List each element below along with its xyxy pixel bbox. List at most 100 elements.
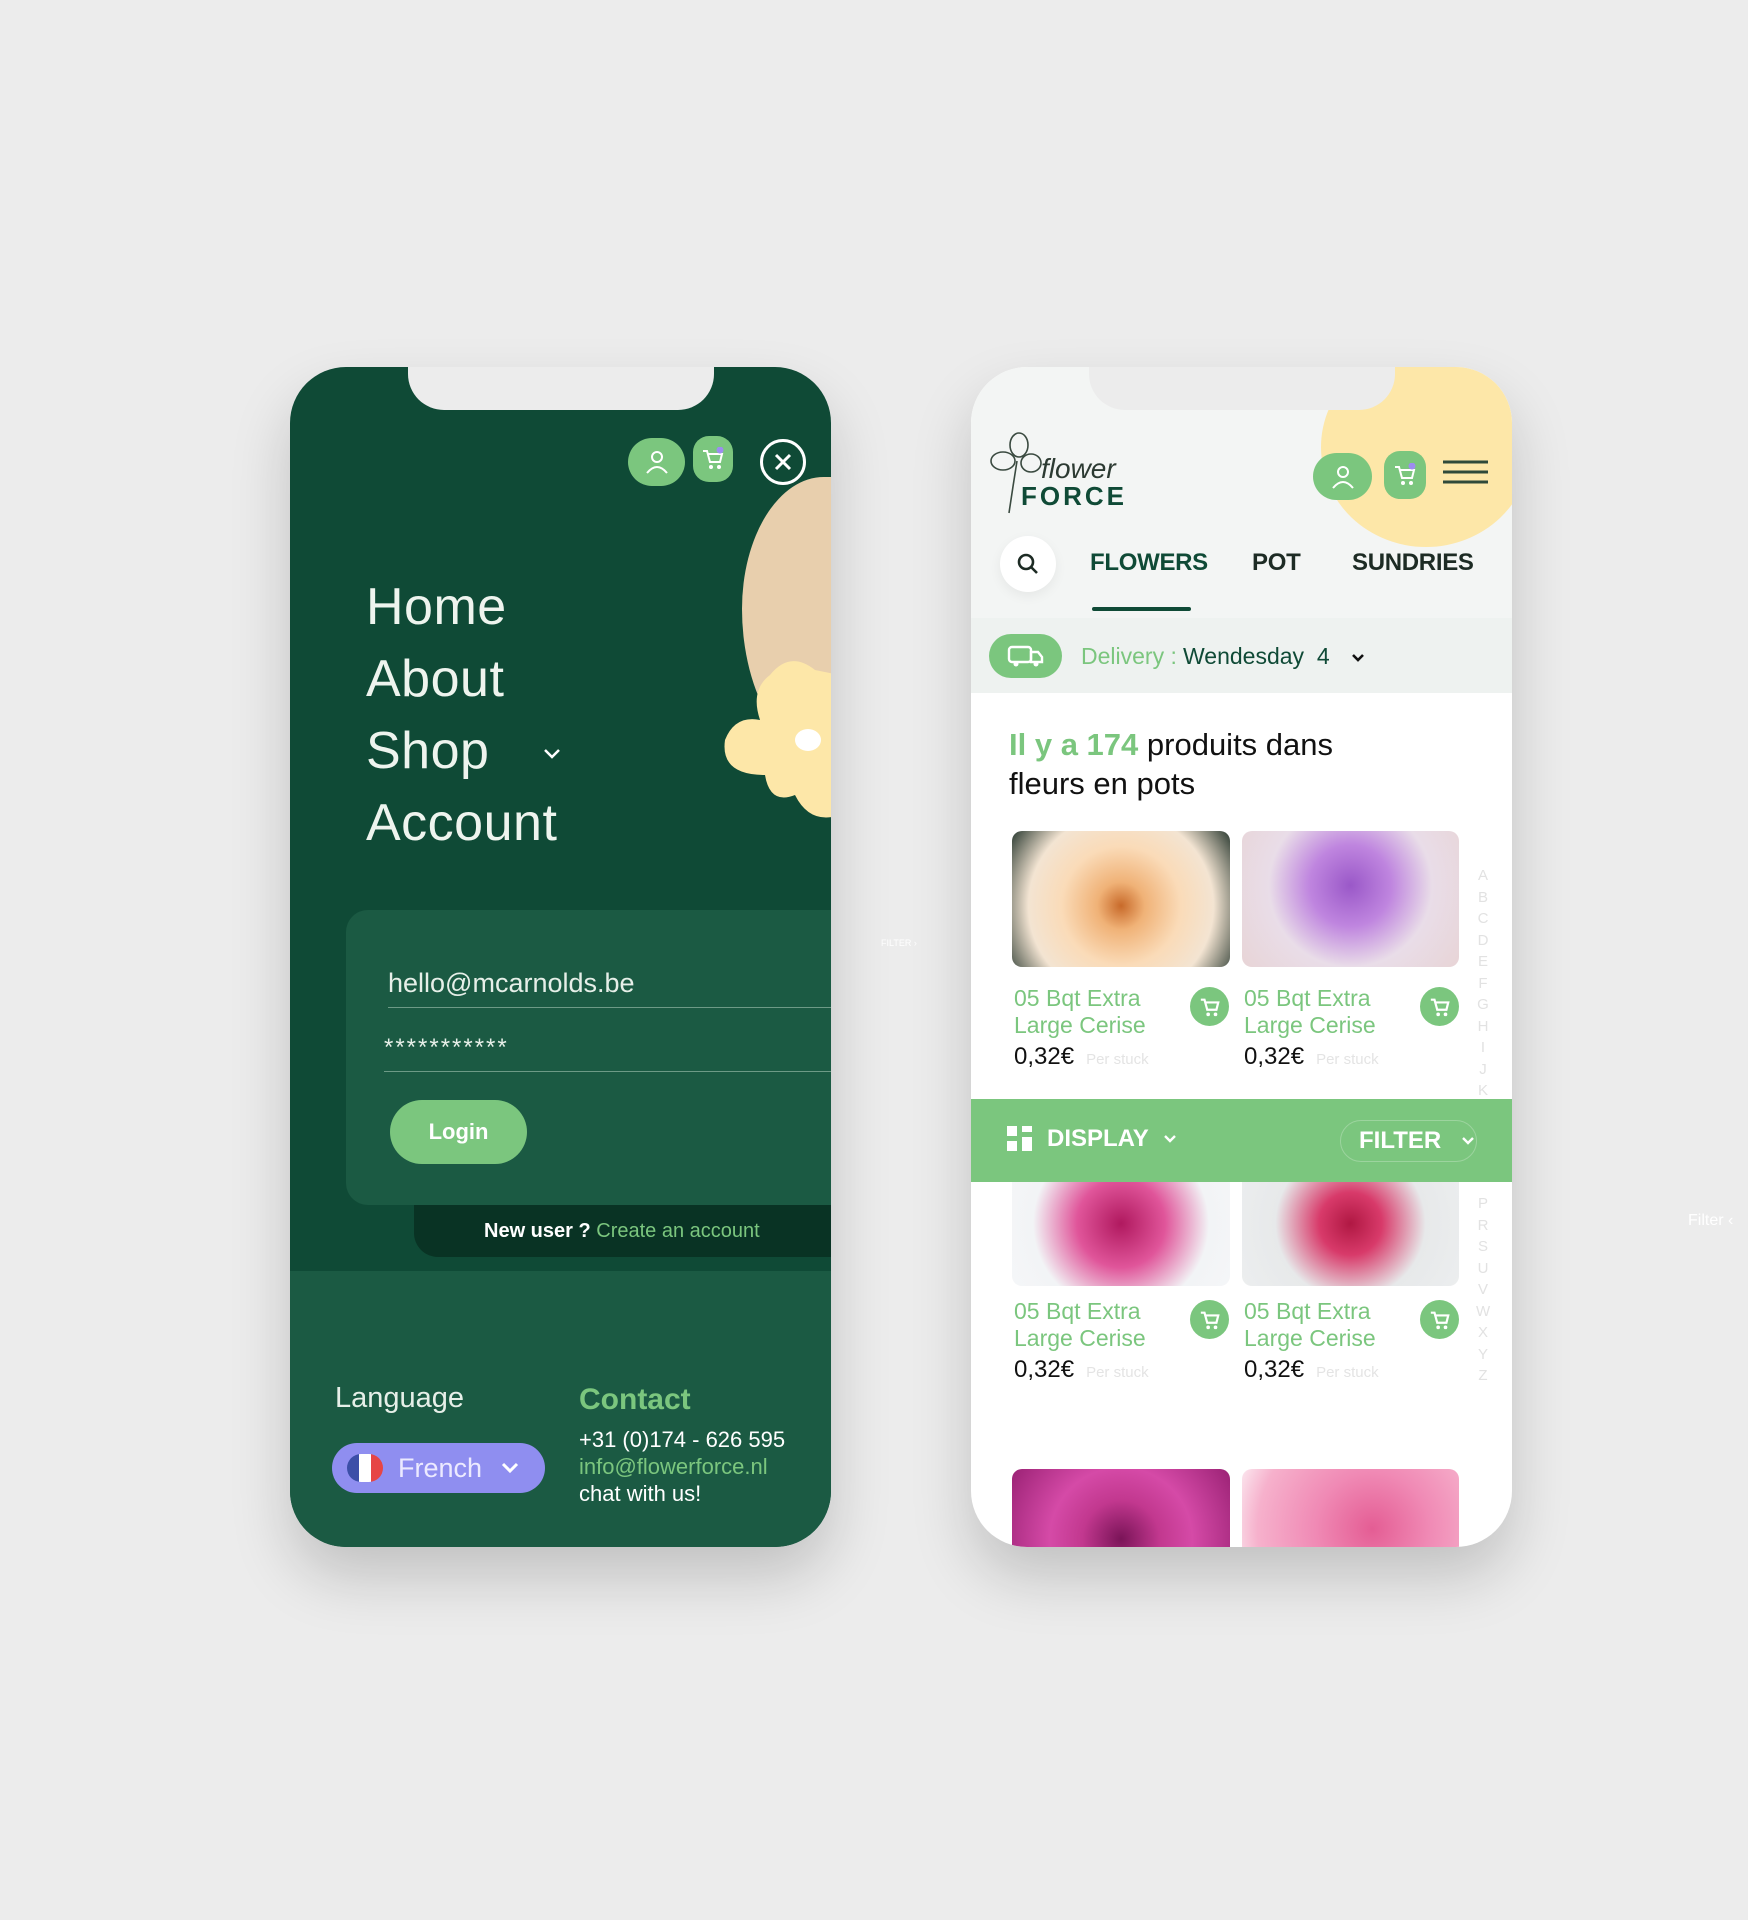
alphabet-letter[interactable]: Y bbox=[1476, 1344, 1490, 1366]
product-title-line1: 05 Bqt Extra bbox=[1244, 985, 1371, 1011]
user-icon bbox=[645, 451, 668, 474]
menu-item-shop[interactable]: Shop bbox=[366, 721, 562, 781]
alphabet-letter[interactable]: Z bbox=[1476, 1365, 1490, 1387]
email-underline bbox=[388, 1007, 831, 1008]
cart-button[interactable] bbox=[1384, 451, 1426, 499]
alphabet-letter[interactable]: A bbox=[1476, 865, 1490, 887]
logo[interactable]: flower FORCE bbox=[989, 431, 1129, 515]
add-to-cart-button[interactable] bbox=[1420, 987, 1459, 1026]
product-image[interactable] bbox=[1012, 1182, 1230, 1286]
tab-pot[interactable]: POT bbox=[1252, 549, 1301, 577]
language-select[interactable]: French bbox=[332, 1443, 545, 1493]
alphabet-index[interactable]: ABCDEFGHIJK bbox=[1476, 865, 1490, 1102]
alphabet-letter[interactable]: V bbox=[1476, 1279, 1490, 1301]
create-account-link[interactable]: Create an account bbox=[596, 1220, 759, 1243]
alphabet-letter[interactable]: I bbox=[1476, 1037, 1490, 1059]
display-button[interactable]: DISPLAY bbox=[1007, 1125, 1177, 1153]
delivery-date[interactable]: Wendesday 4 bbox=[1183, 643, 1330, 670]
alphabet-letter[interactable]: G bbox=[1476, 994, 1490, 1016]
active-tab-indicator bbox=[1092, 607, 1191, 611]
product-title[interactable]: 05 Bqt Extra Large Cerise bbox=[1014, 1298, 1146, 1352]
alphabet-letter[interactable]: W bbox=[1476, 1301, 1490, 1323]
chevron-down-icon[interactable] bbox=[542, 747, 562, 761]
add-to-cart-button[interactable] bbox=[1190, 987, 1229, 1026]
product-title-line1: 05 Bqt Extra bbox=[1014, 1298, 1141, 1324]
product-image[interactable] bbox=[1242, 831, 1459, 967]
password-underline bbox=[384, 1071, 831, 1072]
product-image[interactable] bbox=[1012, 831, 1230, 967]
alphabet-letter[interactable]: C bbox=[1476, 908, 1490, 930]
filter-label: FILTER bbox=[1359, 1127, 1442, 1154]
contact-phone[interactable]: +31 (0)174 - 626 595 bbox=[579, 1427, 785, 1453]
filter-button[interactable]: FILTER bbox=[1340, 1120, 1477, 1162]
alphabet-letter[interactable]: B bbox=[1476, 887, 1490, 909]
product-title[interactable]: 05 Bqt Extra Large Cerise bbox=[1014, 985, 1146, 1039]
account-button[interactable] bbox=[1313, 453, 1372, 500]
alphabet-letter[interactable]: P bbox=[1476, 1193, 1490, 1215]
price-value: 0,32€ bbox=[1244, 1356, 1305, 1383]
price-value: 0,32€ bbox=[1244, 1043, 1305, 1070]
add-to-cart-button[interactable] bbox=[1420, 1300, 1459, 1339]
menu-footer: Language French Contact +31 (0)174 - 626… bbox=[290, 1271, 831, 1547]
price-unit: Per stuck bbox=[1316, 1364, 1379, 1381]
add-to-cart-button[interactable] bbox=[1190, 1300, 1229, 1339]
chevron-down-icon[interactable] bbox=[1351, 653, 1365, 663]
menu-item-about[interactable]: About bbox=[366, 649, 504, 709]
cart-icon bbox=[1200, 998, 1220, 1016]
chevron-down-icon bbox=[1163, 1135, 1176, 1143]
product-title-line2: Large Cerise bbox=[1014, 1325, 1146, 1351]
product-image[interactable] bbox=[1242, 1182, 1459, 1286]
product-price: 0,32€ Per stuck bbox=[1244, 1043, 1379, 1071]
alphabet-letter[interactable]: D bbox=[1476, 930, 1490, 952]
alphabet-letter[interactable]: E bbox=[1476, 951, 1490, 973]
hamburger-menu-button[interactable] bbox=[1443, 460, 1488, 484]
email-field[interactable]: hello@mcarnolds.be bbox=[388, 968, 635, 999]
heading-text: produits dans bbox=[1138, 727, 1334, 762]
side-label-filter: Filter ‹ bbox=[1688, 1212, 1734, 1229]
tab-flowers[interactable]: FLOWERS bbox=[1090, 549, 1208, 577]
chevron-down-icon bbox=[501, 1462, 519, 1474]
close-button[interactable] bbox=[760, 439, 806, 485]
price-unit: Per stuck bbox=[1316, 1051, 1379, 1068]
cart-button[interactable] bbox=[693, 436, 733, 482]
side-label-filter-small: FILTER › bbox=[881, 938, 917, 948]
truck-icon bbox=[1007, 645, 1043, 667]
search-button[interactable] bbox=[1000, 536, 1056, 592]
cart-icon bbox=[1395, 463, 1416, 485]
login-button[interactable]: Login bbox=[390, 1100, 527, 1164]
user-icon bbox=[1331, 465, 1354, 489]
menu-item-account[interactable]: Account bbox=[366, 793, 557, 853]
alphabet-letter[interactable]: H bbox=[1476, 1016, 1490, 1038]
display-label: DISPLAY bbox=[1047, 1125, 1149, 1152]
alphabet-letter[interactable]: F bbox=[1476, 973, 1490, 995]
menu-screen: Home About Shop Account hello@mcarnolds.… bbox=[290, 367, 831, 1547]
chat-link[interactable]: chat with us! bbox=[579, 1481, 701, 1507]
new-user-text: New user ? bbox=[484, 1219, 591, 1242]
product-title-line2: Large Cerise bbox=[1014, 1012, 1146, 1038]
alphabet-letter[interactable]: U bbox=[1476, 1258, 1490, 1280]
delivery-bar[interactable]: Delivery : Wendesday 4 bbox=[971, 618, 1512, 693]
contact-email[interactable]: info@flowerforce.nl bbox=[579, 1454, 768, 1480]
display-filter-toolbar: DISPLAY FILTER bbox=[971, 1099, 1512, 1182]
price-unit: Per stuck bbox=[1086, 1364, 1149, 1381]
results-count: Il y a 174 bbox=[1009, 727, 1139, 762]
product-image[interactable] bbox=[1242, 1469, 1459, 1547]
tab-sundries[interactable]: SUNDRIES bbox=[1352, 549, 1474, 577]
product-title[interactable]: 05 Bqt Extra Large Cerise bbox=[1244, 985, 1376, 1039]
price-value: 0,32€ bbox=[1014, 1043, 1075, 1070]
alphabet-letter[interactable]: X bbox=[1476, 1322, 1490, 1344]
alphabet-letter[interactable]: J bbox=[1476, 1059, 1490, 1081]
heading-text-line2: fleurs en pots bbox=[1009, 766, 1196, 801]
alphabet-letter[interactable]: S bbox=[1476, 1236, 1490, 1258]
password-field[interactable]: *********** bbox=[384, 1034, 509, 1062]
product-title[interactable]: 05 Bqt Extra Large Cerise bbox=[1244, 1298, 1376, 1352]
phone-notch bbox=[408, 367, 714, 410]
menu-item-home[interactable]: Home bbox=[366, 577, 507, 637]
product-image[interactable] bbox=[1012, 1469, 1230, 1547]
account-button[interactable] bbox=[628, 438, 685, 486]
menu-item-label: Shop bbox=[366, 722, 490, 780]
alphabet-letter[interactable]: R bbox=[1476, 1215, 1490, 1237]
grid-icon bbox=[1007, 1126, 1032, 1151]
product-title-line1: 05 Bqt Extra bbox=[1014, 985, 1141, 1011]
alphabet-index-lower[interactable]: PRSUVWXYZ bbox=[1476, 1193, 1490, 1387]
